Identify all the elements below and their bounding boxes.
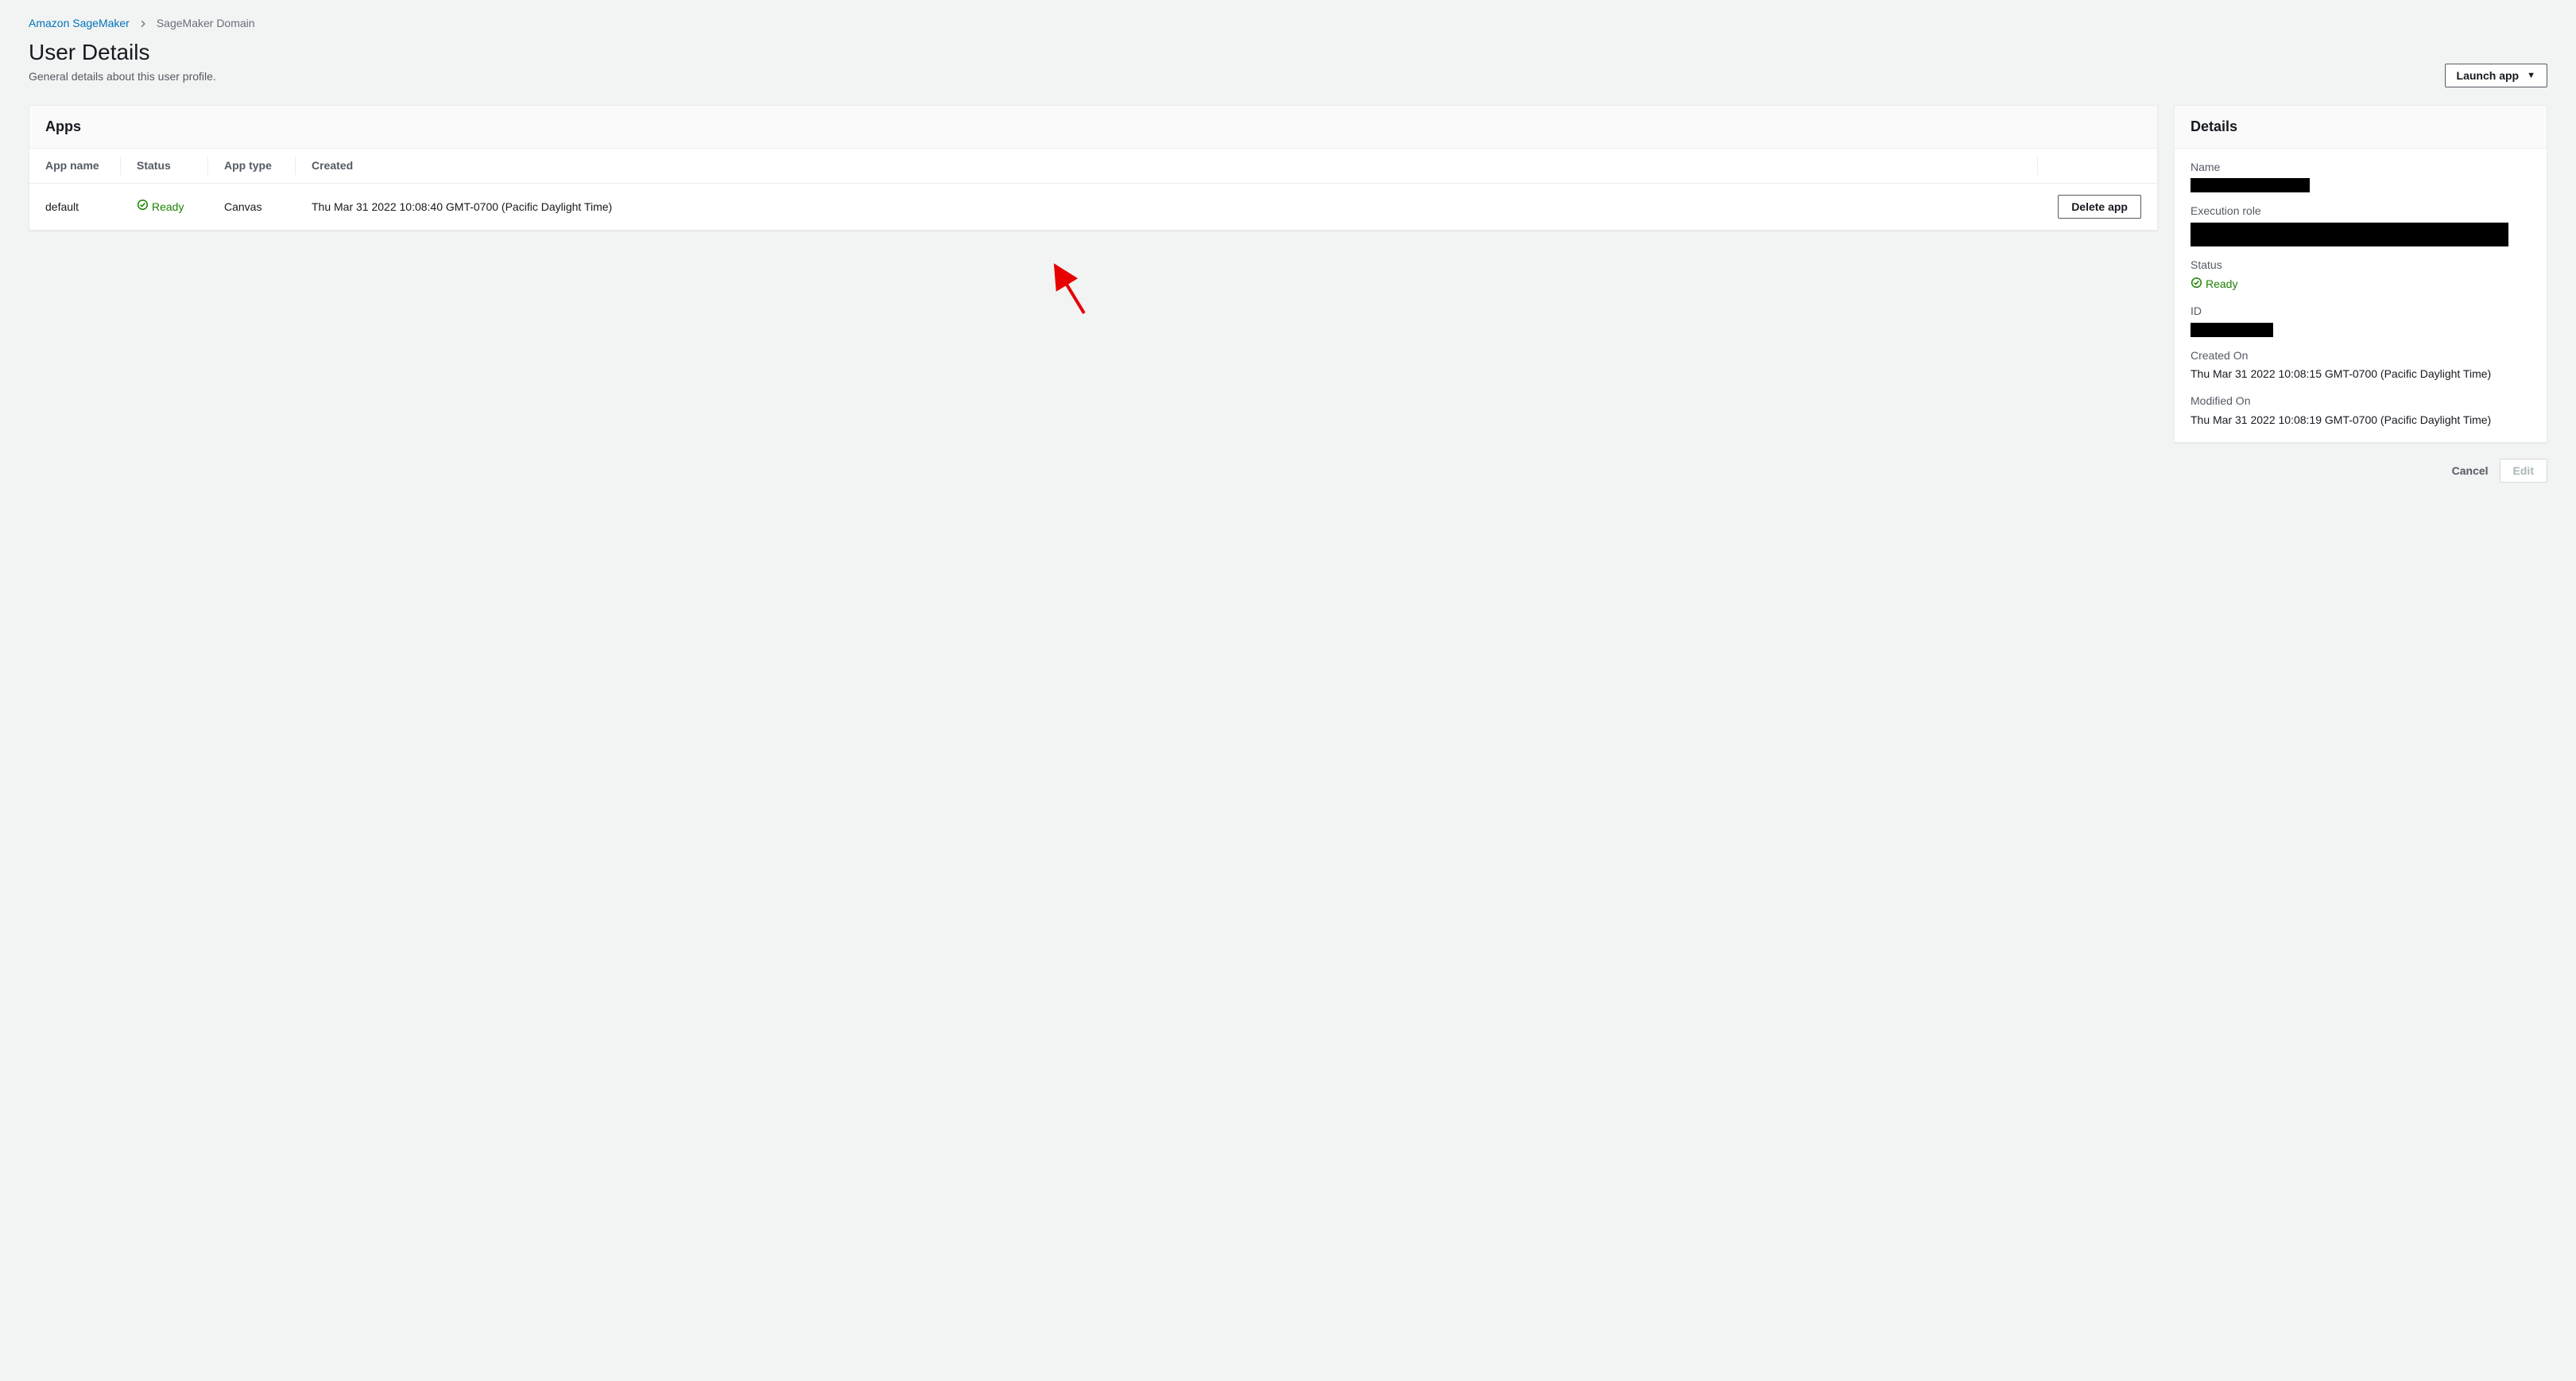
detail-status-value: Ready [2206, 277, 2237, 293]
page-container: Amazon SageMaker SageMaker Domain User D… [0, 0, 2576, 514]
chevron-right-icon [139, 20, 147, 28]
details-panel-title: Details [2191, 117, 2531, 137]
detail-modified-on: Modified On Thu Mar 31 2022 10:08:19 GMT… [2191, 394, 2531, 428]
cell-status: Ready [121, 184, 208, 231]
col-status[interactable]: Status [121, 149, 208, 184]
launch-app-label: Launch app [2457, 69, 2520, 82]
breadcrumb-root-link[interactable]: Amazon SageMaker [29, 16, 130, 32]
apps-panel-header: Apps [29, 106, 2157, 149]
status-badge: Ready [137, 199, 184, 215]
detail-modified-on-label: Modified On [2191, 394, 2531, 409]
detail-id-label: ID [2191, 304, 2531, 320]
detail-execution-role-label: Execution role [2191, 204, 2531, 219]
detail-id: ID [2191, 304, 2531, 337]
detail-created-on-value: Thu Mar 31 2022 10:08:15 GMT-0700 (Pacif… [2191, 367, 2531, 382]
detail-name: Name [2191, 160, 2531, 193]
check-circle-icon [137, 199, 149, 215]
detail-name-label: Name [2191, 160, 2531, 176]
page-title: User Details [29, 37, 216, 68]
status-badge: Ready [2191, 277, 2237, 293]
detail-id-value-redacted [2191, 323, 2273, 337]
detail-created-on: Created On Thu Mar 31 2022 10:08:15 GMT-… [2191, 348, 2531, 382]
cancel-button[interactable]: Cancel [2452, 464, 2489, 477]
detail-status-label: Status [2191, 258, 2531, 273]
detail-execution-role-value-redacted [2191, 223, 2508, 246]
details-panel-header: Details [2175, 106, 2547, 149]
detail-modified-on-value: Thu Mar 31 2022 10:08:19 GMT-0700 (Pacif… [2191, 413, 2531, 429]
detail-status: Status Ready [2191, 258, 2531, 293]
main-layout: Apps App name Status App type Created [29, 105, 2547, 483]
cell-app-name: default [29, 184, 121, 231]
check-circle-icon [2191, 277, 2202, 293]
page-header: User Details General details about this … [29, 37, 2547, 87]
apps-panel-title: Apps [45, 117, 2141, 137]
breadcrumb: Amazon SageMaker SageMaker Domain [29, 16, 2547, 32]
col-actions [2038, 149, 2157, 184]
footer-actions: Cancel Edit [2174, 459, 2547, 483]
table-row: default Ready [29, 184, 2157, 231]
detail-created-on-label: Created On [2191, 348, 2531, 364]
apps-table: App name Status App type Created default [29, 149, 2157, 231]
col-app-type[interactable]: App type [208, 149, 296, 184]
col-app-name[interactable]: App name [29, 149, 121, 184]
delete-app-button[interactable]: Delete app [2058, 195, 2141, 219]
launch-app-button[interactable]: Launch app ▼ [2445, 64, 2547, 87]
detail-name-value-redacted [2191, 178, 2310, 192]
detail-execution-role: Execution role [2191, 204, 2531, 246]
status-text: Ready [152, 200, 184, 215]
caret-down-icon: ▼ [2527, 71, 2535, 80]
cell-app-type: Canvas [208, 184, 296, 231]
breadcrumb-current: SageMaker Domain [157, 16, 255, 32]
apps-panel: Apps App name Status App type Created [29, 105, 2158, 231]
col-created[interactable]: Created [296, 149, 2038, 184]
page-subtitle: General details about this user profile. [29, 69, 216, 85]
cell-created: Thu Mar 31 2022 10:08:40 GMT-0700 (Pacif… [296, 184, 2038, 231]
edit-button[interactable]: Edit [2500, 459, 2547, 483]
details-panel: Details Name Execution role Status [2174, 105, 2547, 444]
